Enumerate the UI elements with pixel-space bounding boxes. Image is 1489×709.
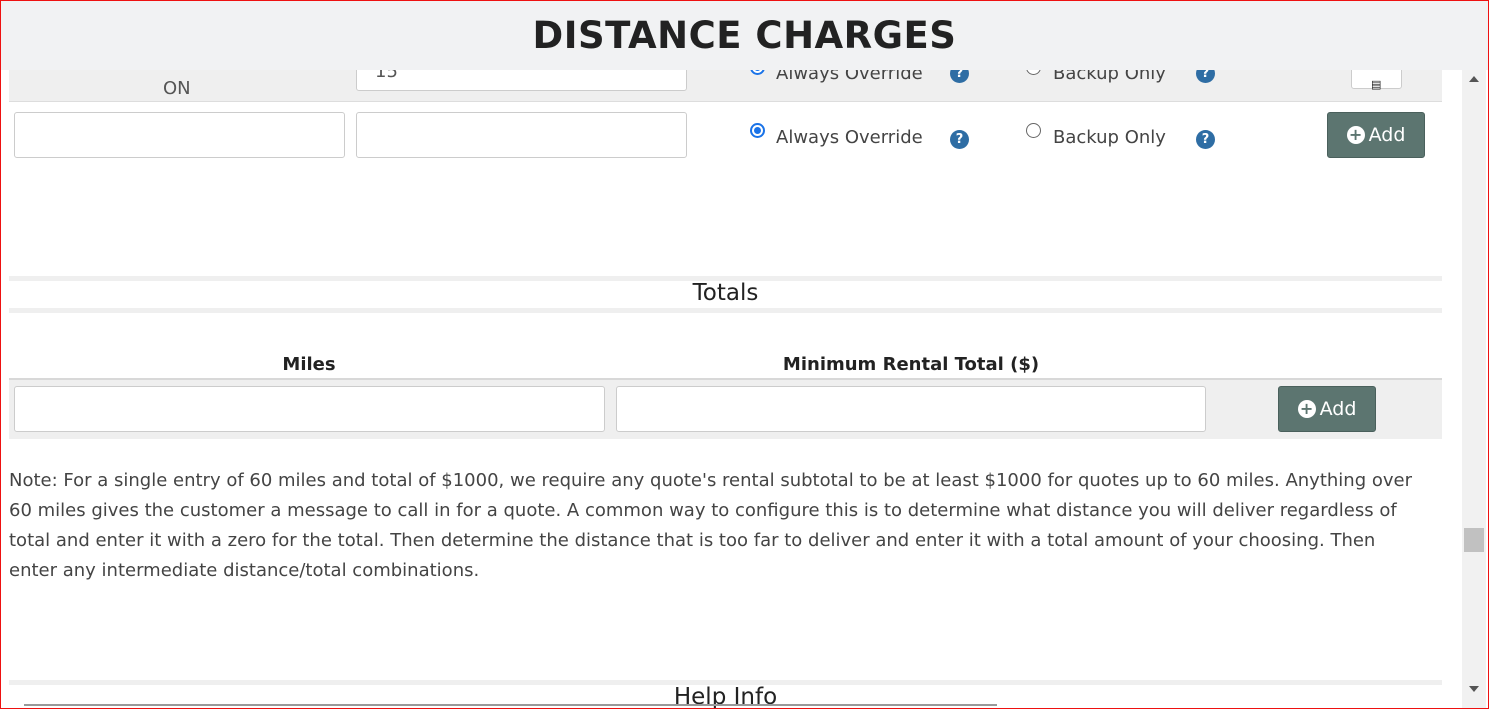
vertical-scrollbar[interactable]	[1462, 70, 1486, 708]
help-icon[interactable]: ?	[1196, 70, 1215, 83]
page-title: DISTANCE CHARGES	[532, 14, 957, 57]
minimum-total-input[interactable]	[616, 386, 1206, 432]
trash-icon: ▤	[1371, 78, 1382, 91]
totals-input-row: + Add	[9, 378, 1442, 439]
page-header: DISTANCE CHARGES	[1, 1, 1488, 70]
totals-title: Totals	[692, 280, 759, 306]
add-distance-button[interactable]: + Add	[1327, 112, 1425, 158]
add-distance-label: Add	[1368, 124, 1406, 146]
help-icon[interactable]: ?	[950, 70, 969, 83]
new-option2-radio[interactable]	[1026, 123, 1041, 138]
new-field2-input[interactable]	[356, 112, 687, 158]
scroll-up-arrow-icon[interactable]	[1469, 76, 1479, 82]
new-option1-radio[interactable]	[750, 123, 765, 138]
distance-row-existing: ON Always Override ? Backup Only ?	[9, 70, 1442, 102]
help-icon[interactable]: ?	[1196, 130, 1215, 149]
scroll-thumb[interactable]	[1464, 528, 1484, 552]
existing-option1-label: Always Override	[776, 70, 923, 84]
existing-option2-label: Backup Only	[1053, 70, 1166, 84]
miles-column-header: Miles	[282, 354, 336, 375]
new-option2-label: Backup Only	[1053, 127, 1166, 148]
plus-circle-icon: +	[1297, 400, 1316, 418]
existing-field1-text: ON	[163, 78, 191, 99]
existing-field2-input[interactable]	[356, 70, 687, 91]
note-text: Note: For a single entry of 60 miles and…	[9, 470, 1412, 581]
horizontal-rule	[24, 704, 997, 706]
plus-circle-icon: +	[1346, 126, 1365, 144]
help-icon[interactable]: ?	[950, 130, 969, 149]
miles-input[interactable]	[14, 386, 605, 432]
minimum-column-header: Minimum Rental Total ($)	[782, 354, 1040, 375]
add-total-label: Add	[1319, 398, 1357, 420]
add-total-button[interactable]: + Add	[1278, 386, 1376, 432]
scroll-down-arrow-icon[interactable]	[1469, 686, 1479, 692]
main-content: ON Always Override ? Backup Only ? ▤ Alw…	[9, 70, 1442, 709]
section-divider	[9, 308, 1442, 313]
new-option1-label: Always Override	[776, 127, 923, 148]
new-field1-input[interactable]	[14, 112, 345, 158]
delete-button[interactable]: ▤	[1351, 70, 1402, 91]
